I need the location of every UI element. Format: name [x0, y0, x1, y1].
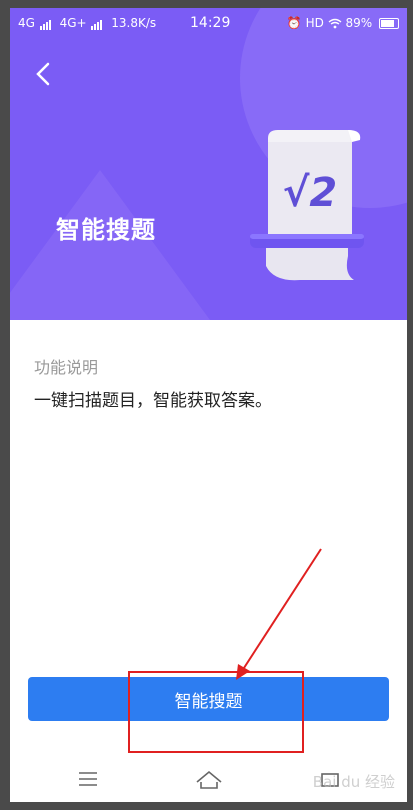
header-hero: 4G 4G+ 13.8K/s 14:29 ⏰ HD 89% 智能搜题 √2 — [10, 8, 407, 320]
content-section: 功能说明 一键扫描题目，智能获取答案。 智能搜题 — [10, 320, 407, 802]
chevron-left-icon — [36, 62, 50, 86]
menu-icon — [79, 772, 97, 786]
status-bar: 4G 4G+ 13.8K/s 14:29 ⏰ HD 89% — [10, 8, 407, 38]
status-time: 14:29 — [190, 15, 231, 31]
network-label-1: 4G — [18, 16, 35, 30]
page-title: 智能搜题 — [56, 216, 156, 244]
network-speed: 13.8K/s — [111, 16, 157, 30]
phone-screen: 4G 4G+ 13.8K/s 14:29 ⏰ HD 89% 智能搜题 √2 功能… — [10, 8, 407, 802]
alarm-icon: ⏰ — [286, 16, 302, 30]
hd-label: HD — [305, 16, 324, 30]
home-icon — [196, 770, 222, 789]
home-button[interactable] — [189, 766, 229, 792]
battery-icon — [379, 18, 399, 29]
status-right: ⏰ HD 89% — [287, 16, 399, 30]
watermark: Bai du 经验 — [312, 773, 395, 791]
scroll-illustration-icon: √2 — [250, 130, 364, 281]
status-left: 4G 4G+ 13.8K/s — [18, 16, 156, 30]
battery-percent: 89% — [345, 16, 373, 30]
scroll-illustration-text: √2 — [283, 170, 338, 216]
menu-button[interactable] — [68, 766, 108, 792]
decor-triangle — [10, 170, 210, 320]
back-button[interactable] — [30, 60, 60, 90]
section-label: 功能说明 — [34, 358, 99, 377]
signal-icon — [39, 16, 52, 30]
feature-description: 一键扫描题目，智能获取答案。 — [34, 391, 272, 411]
network-label-2: 4G+ — [59, 16, 87, 30]
signal-icon-2 — [91, 16, 103, 30]
wifi-icon — [328, 16, 346, 30]
annotation-box — [128, 671, 304, 753]
